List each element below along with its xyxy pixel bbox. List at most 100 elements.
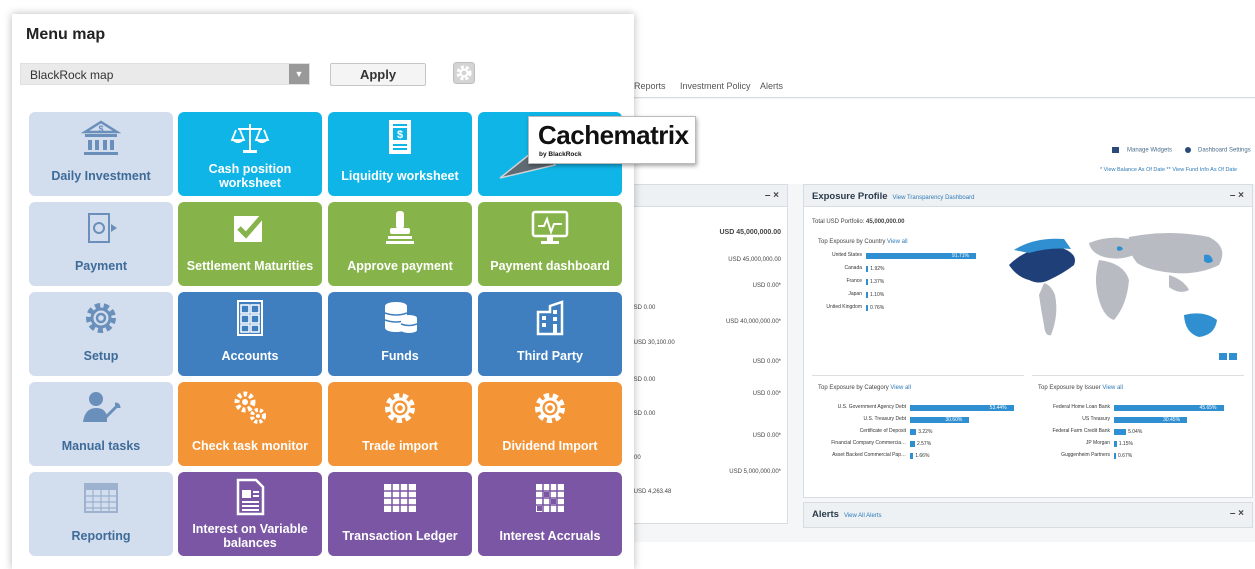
tile-label: Third Party [517,349,583,363]
summary-panel: – × USD 45,000,000.00 USD 45,000,000.00 … [620,184,788,524]
summary-value: USD 0.00* [752,283,781,289]
bar [910,453,914,459]
gear-icon [535,393,565,423]
gear-icon [385,393,415,423]
tile-setup[interactable]: Setup [29,292,173,376]
bar-value-label: 1.92% [870,266,885,272]
panel-controls[interactable]: – × [765,190,779,201]
tile-payment-dashboard[interactable]: Payment dashboard [478,202,622,286]
bar [866,279,868,285]
alerts-title: Alerts View All Alerts [812,509,882,520]
tile-funds[interactable]: Funds [328,292,472,376]
bank-icon: $ [81,120,121,155]
building-icon [536,300,564,336]
tile-check-task-monitor[interactable]: Check task monitor [178,382,322,466]
dashboard-nav: Reports Investment Policy Alerts [600,72,1255,98]
tile-label: Settlement Maturities [186,259,314,273]
bar-label: Canada [844,265,862,271]
tile-settlement-maturities[interactable]: Settlement Maturities [178,202,322,286]
bar [866,292,868,298]
bar [1114,453,1116,459]
tile-label: Reporting [71,529,131,543]
settings-gear-icon[interactable] [453,62,475,84]
transparency-dashboard-link[interactable]: View Transparency Dashboard [893,195,975,201]
apply-button[interactable]: Apply [330,63,426,86]
tile-reporting[interactable]: Reporting [29,472,173,556]
bar-label: United States [831,252,862,258]
view-all-link[interactable]: View all [1102,385,1123,391]
tile-payment[interactable]: Payment [29,202,173,286]
manage-widgets-link[interactable]: Manage Widgets [1112,147,1172,154]
bar-value-label: 1.15% [1118,441,1133,447]
alerts-panel: Alerts View All Alerts – × [803,502,1253,528]
tile-label: Transaction Ledger [342,529,458,543]
monitor-chart-icon [531,210,569,244]
chevron-down-icon[interactable]: ▼ [289,64,309,84]
exposure-profile-panel: Exposure Profile View Transparency Dashbo… [803,184,1253,498]
view-all-link[interactable]: View all [890,385,911,391]
grid-icon [1112,147,1119,153]
tile-interest-on-variable-balances[interactable]: Interest on Variable balances [178,472,322,556]
summary-value: USD 40,000,000.00* [725,319,781,325]
tile-label: Dividend Import [502,439,598,453]
tile-label: Manual tasks [61,439,141,453]
tile-label: Accounts [221,349,279,363]
coins-icon [384,302,418,333]
tile-daily-investment[interactable]: $ Daily Investment [29,112,173,196]
cachematrix-logo: Cachematrix [538,120,689,150]
bar-label: Financial Company Commercia… [831,440,906,446]
tile-interest-accruals[interactable]: Interest Accruals [478,472,622,556]
bar-label: France [846,278,862,284]
as-of-date-note[interactable]: * View Balance As Of Date ** View Fund I… [1100,167,1237,173]
bar-value-label: 53.44% [989,405,1007,411]
panel-controls[interactable]: – × [1230,190,1244,201]
tile-label: Payment dashboard [490,259,610,273]
bar-label: Asset Backed Commercial Pap… [832,452,906,458]
bar [866,266,869,272]
tile-transaction-ledger[interactable]: Transaction Ledger [328,472,472,556]
tile-dividend-import[interactable]: Dividend Import [478,382,622,466]
tile-label: Setup [83,349,119,363]
tile-manual-tasks[interactable]: Manual tasks [29,382,173,466]
background-dashboard: Reports Investment Policy Alerts Manage … [600,72,1255,542]
tile-label: Cash position worksheet [208,162,292,190]
dashboard-settings-link[interactable]: Dashboard Settings [1185,147,1251,154]
cachematrix-logo-sub: by BlackRock [539,151,582,158]
tile-third-party[interactable]: Third Party [478,292,622,376]
tile-approve-payment[interactable]: Approve payment [328,202,472,286]
bar-value-label: 30.60% [945,417,963,423]
bar-value-label: 45.65% [1199,405,1217,411]
nav-item-investment-policy[interactable]: Investment Policy [680,81,751,91]
bar-label: US Treasury [1082,416,1110,422]
nav-item-reports[interactable]: Reports [634,81,666,91]
bar-value-label: 30.45% [1163,417,1181,423]
gear-icon [86,303,116,333]
document-dollar-icon: $ [389,120,411,154]
tile-liquidity-worksheet[interactable]: $ Liquidity worksheet [328,112,472,196]
by-category-title: Top Exposure by Category View all [818,385,911,391]
tile-label: Interest Accruals [499,529,601,543]
exposure-profile-title: Exposure Profile View Transparency Dashbo… [812,191,975,202]
view-all-alerts-link[interactable]: View All Alerts [844,513,882,519]
view-all-link[interactable]: View all [887,239,908,245]
map-select[interactable]: BlackRock map ▼ [20,63,310,85]
summary-total: USD 45,000,000.00 [719,229,782,236]
bar [1114,441,1117,447]
bar [1114,429,1127,435]
bar [910,441,915,447]
panel-controls[interactable]: – × [1230,508,1244,519]
cachematrix-callout: Cachematrix by BlackRock [528,116,696,164]
tile-label: Trade import [362,439,438,453]
bar-value-label: 91.71% [952,253,970,259]
tile-cash-position-worksheet[interactable]: Cash position worksheet [178,112,322,196]
bar-label: U.S. Treasury Debt [863,416,906,422]
tile-label: Check task monitor [191,439,308,453]
tile-label: Daily Investment [51,169,151,183]
bar-value-label: 2.57% [916,441,932,447]
bar-label: Certificate of Deposit [859,428,906,434]
nav-item-alerts[interactable]: Alerts [760,81,783,91]
bar-value-label: 1.10% [870,292,885,298]
checkbox-icon [234,210,268,242]
tile-trade-import[interactable]: Trade import [328,382,472,466]
tile-accounts[interactable]: Accounts [178,292,322,376]
